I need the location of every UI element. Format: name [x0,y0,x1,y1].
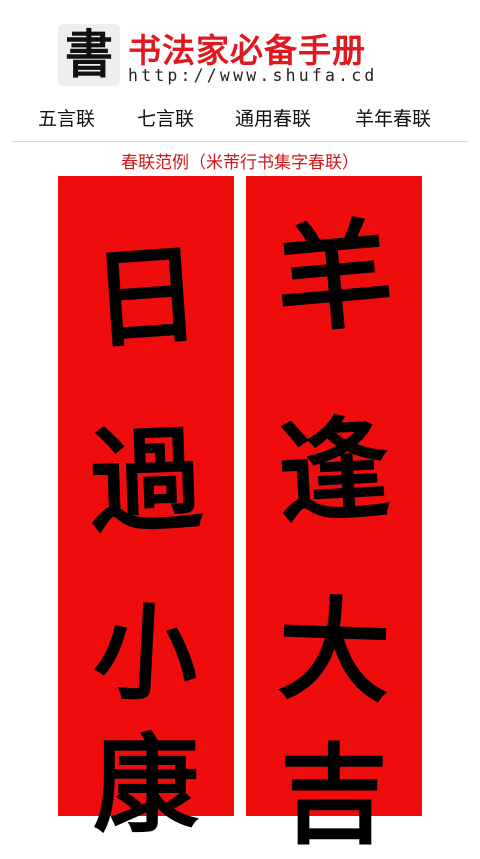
couplet-scroll-right: 羊 逢 大 吉 [246,176,422,850]
couplet-char: 大 [275,584,393,719]
logo-character: 書 [64,24,113,86]
couplet-char: 日 [87,231,205,365]
couplet-scroll-left: 日 過 小 康 [58,176,234,838]
couplet-char: 逢 [274,403,394,540]
couplet-char: 過 [87,414,205,549]
app-logo: 書 [58,24,120,86]
app-title: 书法家必备手册 [128,31,366,70]
category-nav: 五言联 七言联 通用春联 羊年春联 [0,100,480,134]
section-subtitle: 春联范例（米芾行书集字春联） [121,153,359,173]
divider [12,141,468,142]
app-header: 書 书法家必备手册 http://www.shufa.cd [0,0,480,95]
nav-item-five-character[interactable]: 五言联 [38,104,95,131]
couplet-char: 康 [93,722,199,847]
nav-item-seven-character[interactable]: 七言联 [137,104,194,131]
nav-item-goat-year-couplets[interactable]: 羊年春联 [355,104,431,131]
couplet-char: 吉 [279,733,388,859]
couplet-char: 小 [90,589,202,718]
site-url: http://www.shufa.cd [128,66,378,85]
couplet-char: 羊 [270,205,398,351]
nav-item-general-couplets[interactable]: 通用春联 [235,104,311,131]
